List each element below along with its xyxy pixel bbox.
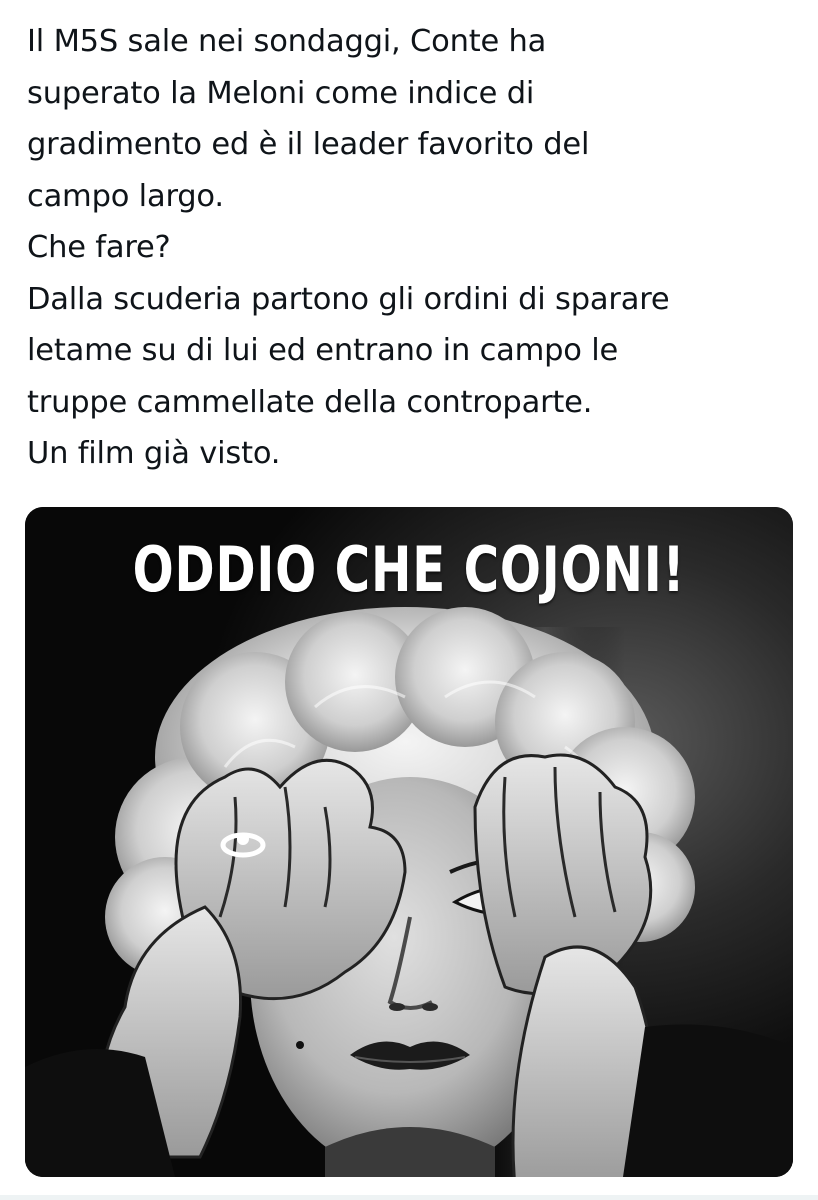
- tweet-line: truppe cammellate della controparte.: [27, 384, 593, 420]
- meme-photo: [25, 507, 793, 1177]
- bottom-divider: [0, 1195, 818, 1200]
- tweet-media-image[interactable]: ODDIO CHE COJONI!: [25, 507, 793, 1177]
- tweet-line: campo largo.: [27, 178, 224, 214]
- tweet-line: gradimento ed è il leader favorito del: [27, 127, 590, 162]
- tweet-line: Un film già visto.: [27, 436, 281, 471]
- meme-caption: ODDIO CHE COJONI!: [132, 533, 686, 606]
- tweet-line: Che fare?: [27, 230, 171, 265]
- tweet-text: Il M5S sale nei sondaggi, Conte ha super…: [27, 16, 797, 480]
- tweet-line: Il M5S sale nei sondaggi, Conte ha: [27, 24, 547, 59]
- tweet-line: Dalla scuderia partono gli ordini di spa…: [27, 281, 670, 317]
- tweet-line: letame su di lui ed entrano in campo le: [27, 333, 619, 368]
- tweet-line: superato la Meloni come indice di: [27, 75, 535, 111]
